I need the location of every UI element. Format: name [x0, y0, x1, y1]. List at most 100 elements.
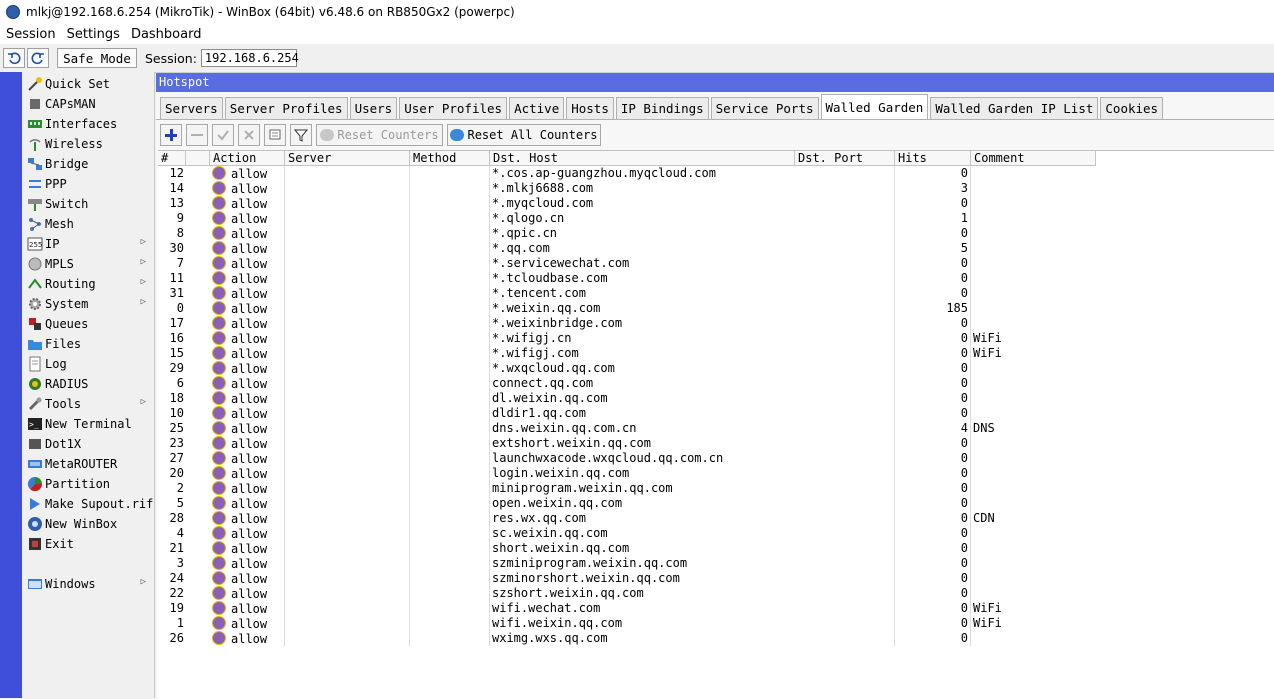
- row-comment: WiFi: [973, 616, 1002, 630]
- comment-button[interactable]: [264, 124, 286, 146]
- sidebar-item-mesh[interactable]: Mesh: [22, 214, 154, 234]
- table-row[interactable]: 3 allow szminiprogram.weixin.qq.com 0: [158, 556, 1096, 571]
- table-row[interactable]: 14 allow *.mlkj6688.com 3: [158, 181, 1096, 196]
- sidebar-item-system[interactable]: System ▷: [22, 294, 154, 314]
- row-dst-host: extshort.weixin.qq.com: [492, 436, 651, 450]
- row-number: 31: [169, 286, 184, 300]
- sidebar-item-ppp[interactable]: PPP: [22, 174, 154, 194]
- table-row[interactable]: 1 allow wifi.weixin.qq.com 0 WiFi: [158, 616, 1096, 631]
- menu-session[interactable]: Session: [0, 27, 61, 42]
- sidebar-item-ip[interactable]: 255 IP ▷: [22, 234, 154, 254]
- sidebar-item-interfaces[interactable]: Interfaces: [22, 114, 154, 134]
- sidebar-item-mpls[interactable]: MPLS ▷: [22, 254, 154, 274]
- sidebar-item-wireless[interactable]: Wireless: [22, 134, 154, 154]
- row-hits: 5: [960, 241, 968, 255]
- table-row[interactable]: 26 allow wximg.wxs.qq.com 0: [158, 631, 1096, 646]
- sidebar-item-windows[interactable]: Windows ▷: [22, 574, 154, 594]
- sidebar-item-new-winbox[interactable]: New WinBox: [22, 514, 154, 534]
- disable-button[interactable]: [238, 124, 260, 146]
- column-header-dst-port[interactable]: Dst. Port: [795, 151, 895, 166]
- sidebar-item-queues[interactable]: Queues: [22, 314, 154, 334]
- reset-all-counters-button[interactable]: Reset All Counters: [447, 124, 601, 146]
- table-row[interactable]: 31 allow *.tencent.com 0: [158, 286, 1096, 301]
- remove-button[interactable]: [186, 124, 208, 146]
- table-row[interactable]: 6 allow connect.qq.com 0: [158, 376, 1096, 391]
- reset-counters-button[interactable]: Reset Counters: [316, 124, 443, 146]
- column-header-flags[interactable]: [186, 151, 210, 166]
- table-row[interactable]: 17 allow *.weixinbridge.com 0: [158, 316, 1096, 331]
- column-header-server[interactable]: Server: [285, 151, 410, 166]
- table-row[interactable]: 4 allow sc.weixin.qq.com 0: [158, 526, 1096, 541]
- tab-users[interactable]: Users: [349, 97, 398, 119]
- sidebar-item-metarouter[interactable]: MetaROUTER: [22, 454, 154, 474]
- table-row[interactable]: 0 allow *.weixin.qq.com 185: [158, 301, 1096, 316]
- tab-server-profiles[interactable]: Server Profiles: [224, 97, 348, 119]
- filter-button[interactable]: [290, 124, 312, 146]
- allow-icon: [212, 616, 226, 630]
- row-hits: 4: [960, 421, 968, 435]
- column-header-method[interactable]: Method: [410, 151, 490, 166]
- column-header-dst-host[interactable]: Dst. Host: [490, 151, 795, 166]
- sidebar-item-tools[interactable]: Tools ▷: [22, 394, 154, 414]
- session-input[interactable]: 192.168.6.254: [200, 49, 299, 67]
- table-row[interactable]: 18 allow dl.weixin.qq.com 0: [158, 391, 1096, 406]
- tab-servers[interactable]: Servers: [160, 97, 223, 119]
- table-row[interactable]: 27 allow launchwxacode.wxqcloud.qq.com.cn 0: [158, 451, 1096, 466]
- column-header-number[interactable]: #: [158, 151, 186, 166]
- column-header-hits[interactable]: Hits: [895, 151, 971, 166]
- undo-button[interactable]: [3, 48, 25, 68]
- table-row[interactable]: 25 allow dns.weixin.qq.com.cn 4 DNS: [158, 421, 1096, 436]
- table-row[interactable]: 8 allow *.qpic.cn 0: [158, 226, 1096, 241]
- sidebar-item-log[interactable]: Log: [22, 354, 154, 374]
- sidebar-item-make-supout[interactable]: Make Supout.rif: [22, 494, 154, 514]
- table-row[interactable]: 30 allow *.qq.com 5: [158, 241, 1096, 256]
- menu-settings[interactable]: Settings: [61, 27, 125, 42]
- table-row[interactable]: 12 allow *.cos.ap-guangzhou.myqcloud.com 0: [158, 166, 1096, 181]
- enable-button[interactable]: [212, 124, 234, 146]
- sidebar-item-routing[interactable]: Routing ▷: [22, 274, 154, 294]
- sidebar-item-radius[interactable]: RADIUS: [22, 374, 154, 394]
- table-row[interactable]: 11 allow *.tcloudbase.com 0: [158, 271, 1096, 286]
- sidebar-item-files[interactable]: Files: [22, 334, 154, 354]
- table-row[interactable]: 21 allow short.weixin.qq.com 0: [158, 541, 1096, 556]
- sidebar-item-partition[interactable]: Partition: [22, 474, 154, 494]
- table-row[interactable]: 15 allow *.wifigj.com 0 WiFi: [158, 346, 1096, 361]
- tab-service-ports[interactable]: Service Ports: [710, 97, 819, 119]
- tab-hosts[interactable]: Hosts: [566, 97, 614, 119]
- table-row[interactable]: 2 allow miniprogram.weixin.qq.com 0: [158, 481, 1096, 496]
- sidebar-item-exit[interactable]: Exit: [22, 534, 154, 554]
- sidebar-item-new-terminal[interactable]: >_ New Terminal: [22, 414, 154, 434]
- row-action: allow: [212, 406, 267, 421]
- table-row[interactable]: 13 allow *.myqcloud.com 0: [158, 196, 1096, 211]
- table-row[interactable]: 29 allow *.wxqcloud.qq.com 0: [158, 361, 1096, 376]
- tab-walled-garden-ip-list[interactable]: Walled Garden IP List: [930, 97, 1099, 119]
- tab-user-profiles[interactable]: User Profiles: [399, 97, 508, 119]
- table-row[interactable]: 5 allow open.weixin.qq.com 0: [158, 496, 1096, 511]
- sidebar-item-dot1x[interactable]: Dot1X: [22, 434, 154, 454]
- menu-dashboard[interactable]: Dashboard: [125, 27, 207, 42]
- sidebar-item-switch[interactable]: Switch: [22, 194, 154, 214]
- redo-button[interactable]: [27, 48, 49, 68]
- table-row[interactable]: 7 allow *.servicewechat.com 0: [158, 256, 1096, 271]
- column-header-action[interactable]: Action: [210, 151, 285, 166]
- tab-active[interactable]: Active: [509, 97, 565, 119]
- sidebar-item-quick-set[interactable]: Quick Set: [22, 74, 154, 94]
- table-row[interactable]: 24 allow szminorshort.weixin.qq.com 0: [158, 571, 1096, 586]
- table-row[interactable]: 22 allow szshort.weixin.qq.com 0: [158, 586, 1096, 601]
- table-row[interactable]: 16 allow *.wifigj.cn 0 WiFi: [158, 331, 1096, 346]
- safe-mode-button[interactable]: Safe Mode: [57, 48, 137, 68]
- sidebar-item-bridge[interactable]: Bridge: [22, 154, 154, 174]
- row-dst-host: wifi.weixin.qq.com: [492, 616, 623, 630]
- column-header-comment[interactable]: Comment: [971, 151, 1096, 166]
- tab-ip-bindings[interactable]: IP Bindings: [615, 97, 709, 119]
- sidebar-item-capsman[interactable]: CAPsMAN: [22, 94, 154, 114]
- table-row[interactable]: 20 allow login.weixin.qq.com 0: [158, 466, 1096, 481]
- table-row[interactable]: 28 allow res.wx.qq.com 0 CDN: [158, 511, 1096, 526]
- add-button[interactable]: [160, 124, 182, 146]
- table-row[interactable]: 19 allow wifi.wechat.com 0 WiFi: [158, 601, 1096, 616]
- tab-cookies[interactable]: Cookies: [1100, 97, 1164, 119]
- tab-walled-garden[interactable]: Walled Garden: [820, 94, 929, 119]
- table-row[interactable]: 10 allow dldir1.qq.com 0: [158, 406, 1096, 421]
- table-row[interactable]: 23 allow extshort.weixin.qq.com 0: [158, 436, 1096, 451]
- table-row[interactable]: 9 allow *.qlogo.cn 1: [158, 211, 1096, 226]
